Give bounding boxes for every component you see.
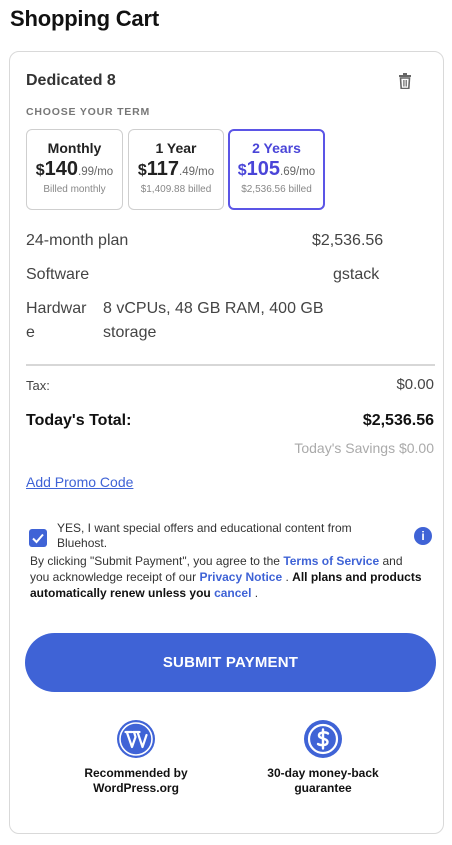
total-value: $2,536.56 [362, 412, 434, 429]
total-label: Today's Total: [26, 412, 132, 429]
term-billed: $1,409.88 billed [140, 184, 212, 195]
term-name: 2 Years [252, 140, 301, 156]
tax-value: $0.00 [396, 376, 434, 393]
term-price: $117.49/mo [137, 158, 215, 180]
page-title: Shopping Cart [10, 6, 159, 31]
term-option-monthly[interactable]: Monthly $140.99/mo Billed monthly [26, 129, 123, 210]
hardware-label-wrap: e [26, 324, 35, 341]
trash-icon[interactable] [398, 73, 412, 90]
term-billed: $2,536.56 billed [241, 184, 312, 195]
privacy-notice-link[interactable]: Privacy Notice [199, 570, 282, 584]
money-back-icon [303, 719, 343, 759]
submit-payment-button[interactable]: SUBMIT PAYMENT [25, 633, 436, 692]
money-back-badge-text: 30-day money-back guarantee [267, 766, 379, 795]
wordpress-badge-text: Recommended by WordPress.org [84, 766, 188, 795]
legal-text: By clicking "Submit Payment", you agree … [30, 554, 422, 600]
hardware-value: 8 vCPUs, 48 GB RAM, 400 GB [103, 300, 324, 317]
term-billed: Billed monthly [43, 184, 106, 195]
software-value: gstack [333, 266, 380, 283]
term-option-2-years[interactable]: 2 Years $105.69/mo $2,536.56 billed [228, 129, 325, 210]
term-name: Monthly [47, 140, 102, 156]
add-promo-code-link[interactable]: Add Promo Code [26, 474, 133, 490]
hardware-value-wrap: storage [103, 324, 157, 341]
info-icon[interactable]: i [414, 527, 432, 545]
tax-label: Tax: [26, 378, 50, 393]
offers-checkbox[interactable] [29, 529, 47, 547]
plan-label: 24-month plan [26, 232, 129, 249]
terms-of-service-link[interactable]: Terms of Service [283, 554, 379, 568]
cancel-link[interactable]: cancel [214, 586, 251, 600]
divider [26, 364, 435, 366]
term-label: CHOOSE YOUR TERM [26, 106, 151, 118]
software-label: Software [26, 266, 90, 283]
hardware-label: Hardwar [26, 300, 87, 317]
term-price: $105.69/mo [237, 158, 316, 180]
savings-text: Today's Savings $0.00 [294, 440, 434, 456]
term-price: $140.99/mo [35, 158, 114, 180]
wordpress-icon [116, 719, 156, 759]
cart-card: Dedicated 8 CHOOSE YOUR TERM Monthly $14… [9, 51, 444, 834]
checkmark-icon [32, 533, 44, 544]
plan-value: $2,536.56 [312, 232, 384, 249]
offers-optin-text: YES, I want special offers and education… [57, 521, 352, 550]
term-option-1-year[interactable]: 1 Year $117.49/mo $1,409.88 billed [128, 129, 224, 210]
term-name: 1 Year [155, 140, 197, 156]
product-name: Dedicated 8 [26, 72, 116, 89]
